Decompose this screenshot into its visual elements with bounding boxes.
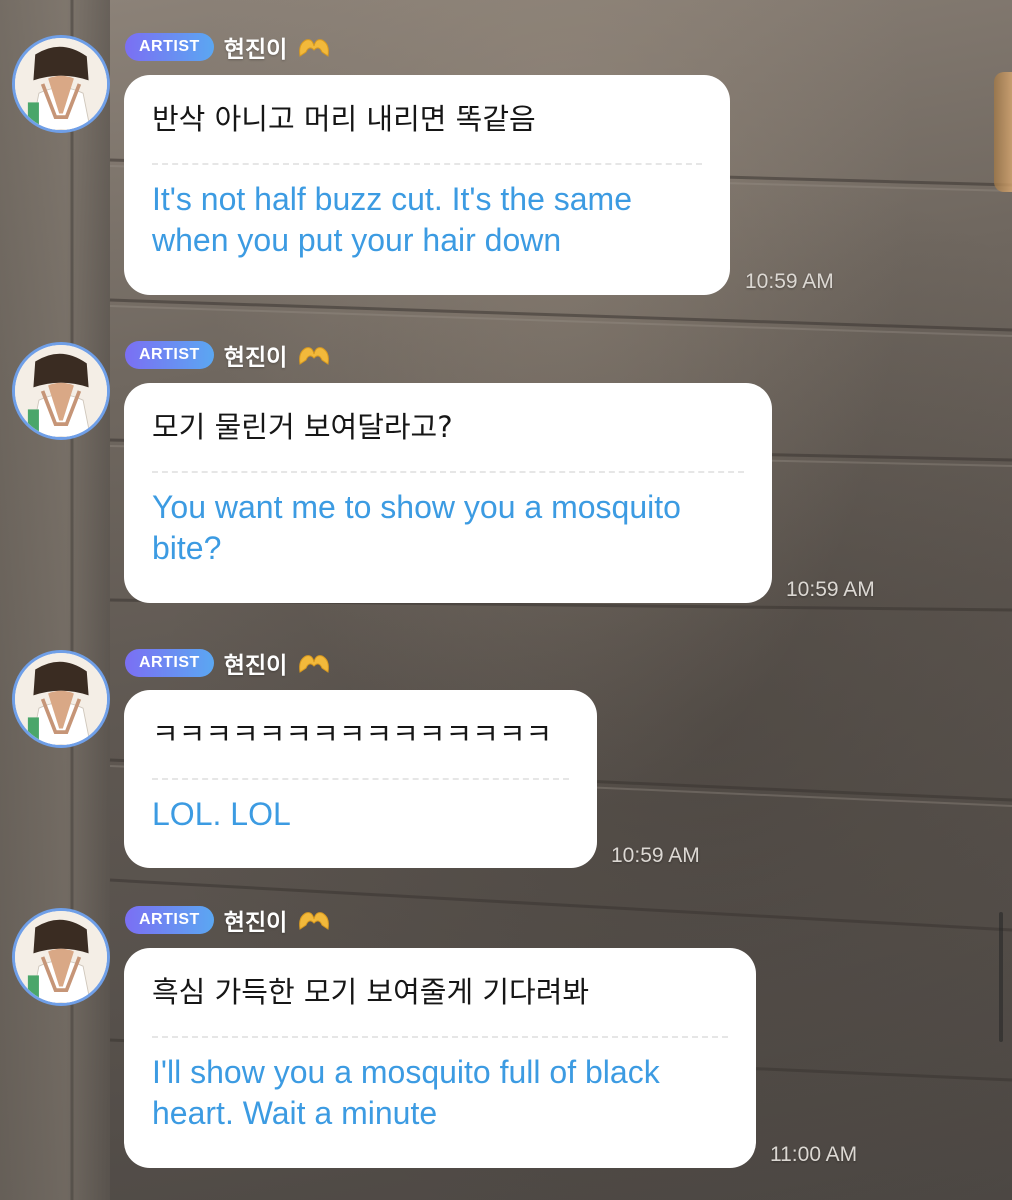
timestamp: 11:00 AM	[770, 1143, 858, 1166]
username[interactable]: 현진이	[224, 338, 287, 372]
message-bubble[interactable]: ㅋㅋㅋㅋㅋㅋㅋㅋㅋㅋㅋㅋㅋㅋㅋ LOL. LOL	[124, 690, 597, 868]
avatar[interactable]	[12, 650, 110, 748]
translated-text: You want me to show you a mosquito bite?	[152, 489, 681, 566]
message-header: ARTIST 현진이	[125, 904, 331, 936]
original-text: 흑심 가득한 모기 보여줄게 기다려봐	[152, 975, 590, 1009]
avatar-photo	[15, 911, 107, 1003]
username[interactable]: 현진이	[224, 646, 287, 680]
divider	[152, 163, 702, 165]
message-header: ARTIST 현진이	[125, 339, 331, 371]
divider	[152, 778, 569, 780]
message-header: ARTIST 현진이	[125, 31, 331, 63]
original-text: 반삭 아니고 머리 내리면 똑같음	[152, 102, 536, 136]
artist-badge: ARTIST	[125, 341, 214, 369]
avatar-photo	[15, 38, 107, 130]
message-header: ARTIST 현진이	[125, 647, 331, 679]
scrollbar[interactable]	[999, 912, 1003, 1042]
artist-badge: ARTIST	[125, 33, 214, 61]
message-bubble[interactable]: 반삭 아니고 머리 내리면 똑같음 It's not half buzz cut…	[124, 75, 730, 295]
translated-text: It's not half buzz cut. It's the same wh…	[152, 181, 632, 258]
divider	[152, 471, 744, 473]
translated-text: I'll show you a mosquito full of black h…	[152, 1054, 660, 1131]
avatar-photo	[15, 345, 107, 437]
avatar[interactable]	[12, 342, 110, 440]
username[interactable]: 현진이	[224, 903, 287, 937]
original-text: ㅋㅋㅋㅋㅋㅋㅋㅋㅋㅋㅋㅋㅋㅋㅋ	[152, 717, 553, 751]
avatar[interactable]	[12, 908, 110, 1006]
username[interactable]: 현진이	[224, 30, 287, 64]
avatar[interactable]	[12, 35, 110, 133]
artist-badge: ARTIST	[125, 649, 214, 677]
timestamp: 10:59 AM	[745, 270, 834, 293]
artist-badge: ARTIST	[125, 906, 214, 934]
message-bubble[interactable]: 흑심 가득한 모기 보여줄게 기다려봐 I'll show you a mosq…	[124, 948, 756, 1168]
timestamp: 10:59 AM	[786, 578, 875, 601]
translated-text: LOL. LOL	[152, 796, 291, 832]
message-bubble[interactable]: 모기 물린거 보여달라고? You want me to show you a …	[124, 383, 772, 603]
original-text: 모기 물린거 보여달라고?	[152, 410, 453, 444]
divider	[152, 1036, 728, 1038]
heart-hands-icon	[299, 39, 330, 57]
heart-hands-icon	[299, 347, 330, 365]
background-object	[994, 72, 1012, 192]
timestamp: 10:59 AM	[611, 844, 700, 867]
heart-hands-icon	[299, 655, 330, 673]
heart-hands-icon	[299, 912, 330, 930]
avatar-photo	[15, 653, 107, 745]
